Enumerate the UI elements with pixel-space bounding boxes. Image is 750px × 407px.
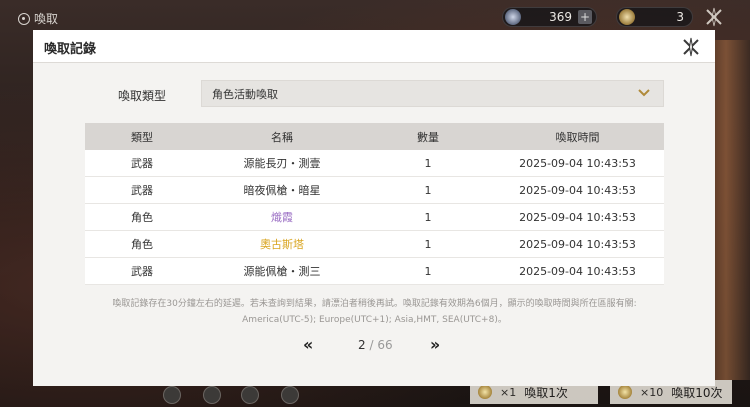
row-time: 2025-09-04 10:43:53 <box>519 210 636 224</box>
row-time: 2025-09-04 10:43:53 <box>519 264 636 278</box>
cart-icon[interactable] <box>163 386 181 404</box>
table-row: 武器 源能佩槍・測三 1 2025-09-04 10:43:53 <box>85 258 664 285</box>
convene-type-label: 喚取類型 <box>118 89 167 103</box>
column-header-time: 喚取時間 <box>555 130 600 144</box>
footnote-line-1: 喚取記錄存在30分鐘左右的延遲。若未查詢到結果，請漂泊者稍後再試。喚取記錄有效期… <box>112 299 637 309</box>
row-type: 角色 <box>131 238 153 251</box>
background-decoration <box>710 40 750 380</box>
row-quantity: 1 <box>424 183 432 197</box>
screen-close-button[interactable] <box>703 6 725 28</box>
convene-icon <box>18 12 30 25</box>
next-page-button[interactable]: ›› <box>430 335 440 354</box>
convene-type-selected: 角色活動喚取 <box>212 87 278 101</box>
close-icon <box>706 7 722 27</box>
dialog-title: 喚取記錄 <box>44 42 97 57</box>
pull-ten-label: 喚取10次 <box>671 385 723 400</box>
table-row: 角色 熾霞 1 2025-09-04 10:43:53 <box>85 204 664 231</box>
column-header-quantity: 數量 <box>417 130 439 144</box>
pull-once-cost: ×1 <box>500 385 517 399</box>
pull-once-label: 喚取1次 <box>524 385 568 400</box>
convene-history-dialog: 喚取記錄 喚取類型 角色活動喚取 類型 名稱 數量 喚取時間 武器 源能長刃・測… <box>33 30 715 386</box>
row-quantity: 1 <box>424 237 432 251</box>
column-header-type: 類型 <box>131 130 153 144</box>
previous-page-button[interactable]: ‹‹ <box>303 335 313 354</box>
table-header: 類型 名稱 數量 喚取時間 <box>85 123 664 150</box>
row-type: 武器 <box>131 157 153 170</box>
row-quantity: 1 <box>424 156 432 170</box>
secondary-currency-display: 3 <box>616 7 693 27</box>
close-icon[interactable] <box>681 37 701 57</box>
history-footnote: 喚取記錄存在30分鐘左右的延遲。若未查詢到結果，請漂泊者稍後再試。喚取記錄有效期… <box>85 296 664 328</box>
footnote-line-2: America(UTC-5); Europe(UTC+1); Asia,HMT,… <box>242 315 507 325</box>
screen-title: 喚取 <box>18 10 58 27</box>
primary-currency-display: 369 + <box>502 7 597 27</box>
table-row: 武器 暗夜佩槍・暗星 1 2025-09-04 10:43:53 <box>85 177 664 204</box>
row-name: 源能佩槍・測三 <box>243 265 321 278</box>
current-page: 2 <box>358 338 366 352</box>
table-row: 武器 源能長刃・測壹 1 2025-09-04 10:43:53 <box>85 150 664 177</box>
dialog-header: 喚取記錄 <box>33 30 715 62</box>
tide-coin-icon <box>619 9 635 25</box>
row-type: 武器 <box>131 265 153 278</box>
row-name: 源能長刃・測壹 <box>243 157 321 170</box>
row-time: 2025-09-04 10:43:53 <box>519 183 636 197</box>
pagination: ‹‹ 2 / 66 ›› <box>33 335 715 355</box>
page-indicator: 2 / 66 <box>358 338 393 352</box>
record-icon[interactable] <box>203 386 221 404</box>
table-row: 角色 奧古斯塔 1 2025-09-04 10:43:53 <box>85 231 664 258</box>
settings-icon[interactable] <box>281 386 299 404</box>
row-quantity: 1 <box>424 264 432 278</box>
column-header-name: 名稱 <box>271 130 293 144</box>
row-quantity: 1 <box>424 210 432 224</box>
history-table: 類型 名稱 數量 喚取時間 武器 源能長刃・測壹 1 2025-09-04 10… <box>85 123 664 285</box>
screen-title-label: 喚取 <box>34 12 59 26</box>
row-type: 角色 <box>131 211 153 224</box>
add-currency-button[interactable]: + <box>578 10 592 24</box>
page-separator: / <box>369 338 374 352</box>
row-type: 武器 <box>131 184 153 197</box>
pull-ten-cost: ×10 <box>640 385 664 399</box>
secondary-currency-value: 3 <box>676 10 684 24</box>
total-pages: 66 <box>377 338 393 352</box>
row-name: 奧古斯塔 <box>260 238 304 251</box>
row-name: 熾霞 <box>271 211 293 224</box>
primary-currency-value: 369 <box>549 10 572 24</box>
row-name: 暗夜佩槍・暗星 <box>243 184 321 197</box>
info-icon[interactable] <box>241 386 259 404</box>
row-time: 2025-09-04 10:43:53 <box>519 156 636 170</box>
radiant-tide-icon <box>618 385 632 399</box>
radiant-tide-icon <box>478 385 492 399</box>
chevron-down-icon <box>638 89 650 97</box>
convene-type-dropdown[interactable]: 角色活動喚取 <box>201 80 664 107</box>
row-time: 2025-09-04 10:43:53 <box>519 237 636 251</box>
astrite-icon <box>505 9 521 25</box>
header-divider <box>33 62 715 63</box>
